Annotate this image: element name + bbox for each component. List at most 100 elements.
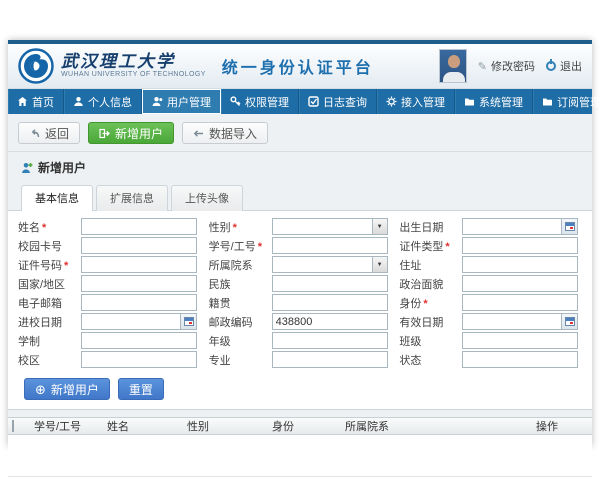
col-header-student-id: 学号/工号 <box>34 418 107 434</box>
back-button[interactable]: 返回 <box>18 122 80 144</box>
name-field: 姓名* <box>18 218 203 235</box>
major-field: 专业 <box>209 351 394 368</box>
id-type-input[interactable] <box>462 237 578 254</box>
ethnicity-field: 民族 <box>209 275 394 292</box>
identity-input[interactable] <box>462 294 578 311</box>
birth-date-field: 出生日期 <box>399 218 584 235</box>
form-column-2: 性别* ▼ 学号/工号* 所属院系 ▼ 民族 <box>209 218 394 368</box>
department-select[interactable]: ▼ <box>272 256 388 273</box>
content-area: 返回 新增用户 数据导入 新增用户 基本信息 扩展信息 上传头像 <box>8 114 592 477</box>
calendar-icon <box>565 317 575 326</box>
campus-input[interactable] <box>81 351 197 368</box>
calendar-button[interactable] <box>180 313 197 330</box>
form-column-3: 出生日期 证件类型* 住址 政治面貌 <box>399 218 584 368</box>
required-mark: * <box>258 241 262 253</box>
status-input[interactable] <box>462 351 578 368</box>
email-input[interactable] <box>81 294 197 311</box>
ethnicity-input[interactable] <box>272 275 388 292</box>
nav-item-home[interactable]: 首页 <box>8 89 64 114</box>
required-mark: * <box>233 222 237 234</box>
nav-item-access[interactable]: 接入管理 <box>377 89 455 114</box>
app-header: 武汉理工大学 WUHAN UNIVERSITY OF TECHNOLOGY 统一… <box>8 44 592 89</box>
status-field: 状态 <box>399 351 584 368</box>
nav-item-profile[interactable]: 个人信息 <box>64 89 142 114</box>
col-header-department: 所属院系 <box>345 418 536 434</box>
required-mark: * <box>42 222 46 234</box>
plus-circle-icon: ⊕ <box>35 383 46 396</box>
class-field: 班级 <box>399 332 584 349</box>
entry-date-field: 进校日期 <box>18 313 203 330</box>
change-password-link[interactable]: ✎ 修改密码 <box>478 58 535 74</box>
user-icon <box>73 96 84 107</box>
country-input[interactable] <box>81 275 197 292</box>
col-header-gender: 性别 <box>187 418 272 434</box>
chevron-down-icon: ▼ <box>372 257 387 272</box>
gender-field: 性别* ▼ <box>209 218 394 235</box>
id-type-field: 证件类型* <box>399 237 584 254</box>
study-length-input[interactable] <box>81 332 197 349</box>
add-user-toolbar-button[interactable]: 新增用户 <box>88 122 174 144</box>
home-icon <box>17 96 28 107</box>
campus-field: 校区 <box>18 351 203 368</box>
col-header-identity: 身份 <box>272 418 345 434</box>
data-import-button[interactable]: 数据导入 <box>182 122 268 144</box>
gear-icon <box>386 96 397 107</box>
logout-label: 退出 <box>560 58 582 74</box>
political-status-input[interactable] <box>462 275 578 292</box>
postal-code-input[interactable] <box>272 313 388 330</box>
birth-date-input[interactable] <box>462 218 561 235</box>
folder-icon <box>464 96 475 107</box>
campus-card-input[interactable] <box>81 237 197 254</box>
pencil-icon: ✎ <box>478 60 487 73</box>
entry-date-input[interactable] <box>81 313 180 330</box>
identity-field: 身份* <box>399 294 584 311</box>
valid-date-input[interactable] <box>462 313 561 330</box>
submit-add-user-button[interactable]: ⊕ 新增用户 <box>24 378 110 400</box>
calendar-button[interactable] <box>561 218 578 235</box>
country-field: 国家/地区 <box>18 275 203 292</box>
page-title: 统一身份认证平台 <box>222 54 374 78</box>
select-all-checkbox[interactable] <box>12 420 14 432</box>
gender-select[interactable]: ▼ <box>272 218 388 235</box>
nav-item-user-management[interactable]: 用户管理 <box>142 89 221 114</box>
university-name: 武汉理工大学 WUHAN UNIVERSITY OF TECHNOLOGY <box>61 54 206 79</box>
nav-item-logs[interactable]: 日志查询 <box>299 89 377 114</box>
required-mark: * <box>64 260 68 272</box>
department-field: 所属院系 ▼ <box>209 256 394 273</box>
name-input[interactable] <box>81 218 197 235</box>
reset-button[interactable]: 重置 <box>118 378 164 400</box>
nav-item-subscription[interactable]: 订阅管理 <box>533 89 600 114</box>
log-icon <box>308 96 319 107</box>
nav-item-system[interactable]: 系统管理 <box>455 89 533 114</box>
id-number-input[interactable] <box>81 256 197 273</box>
political-status-field: 政治面貌 <box>399 275 584 292</box>
postal-code-field: 邮政编码 <box>209 313 394 330</box>
header-actions: ✎ 修改密码 退出 <box>439 44 582 88</box>
native-place-input[interactable] <box>272 294 388 311</box>
add-user-section-icon <box>21 162 33 174</box>
results-table-header: 学号/工号 姓名 性别 身份 所属院系 操作 <box>8 417 592 435</box>
back-arrow-icon <box>29 128 40 139</box>
major-input[interactable] <box>272 351 388 368</box>
form-tabs: 基本信息 扩展信息 上传头像 <box>8 181 592 211</box>
nav-item-permissions[interactable]: 权限管理 <box>221 89 299 114</box>
id-number-field: 证件号码* <box>18 256 203 273</box>
section-title: 新增用户 <box>8 152 592 181</box>
users-icon <box>152 96 163 107</box>
tab-basic-info[interactable]: 基本信息 <box>21 185 93 211</box>
logout-link[interactable]: 退出 <box>546 58 582 74</box>
tab-upload-avatar[interactable]: 上传头像 <box>171 185 243 211</box>
grade-input[interactable] <box>272 332 388 349</box>
folder-icon <box>542 96 553 107</box>
key-icon <box>230 96 241 107</box>
university-logo <box>18 48 54 84</box>
form-actions: ⊕ 新增用户 重置 <box>24 378 584 400</box>
grade-field: 年级 <box>209 332 394 349</box>
tab-extended-info[interactable]: 扩展信息 <box>96 185 168 211</box>
address-input[interactable] <box>462 256 578 273</box>
university-name-cn: 武汉理工大学 <box>61 54 206 71</box>
student-id-input[interactable] <box>272 237 388 254</box>
class-input[interactable] <box>462 332 578 349</box>
add-user-icon <box>99 128 110 139</box>
calendar-button[interactable] <box>561 313 578 330</box>
